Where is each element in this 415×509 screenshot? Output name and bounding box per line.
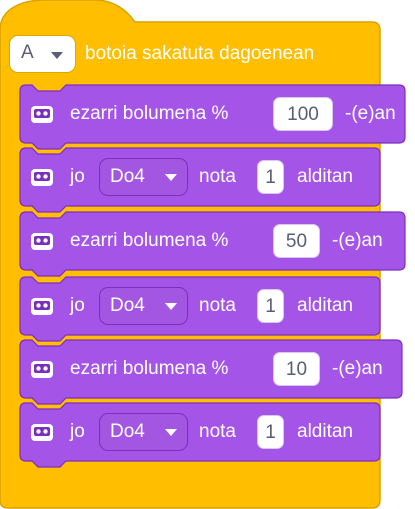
volume-label: ezarri bolumena % (70, 103, 229, 124)
chevron-down-icon (165, 174, 177, 181)
chevron-down-icon (165, 429, 177, 436)
note-value: Do4 (110, 295, 145, 316)
volume-suffix-label: -(e)an (332, 230, 383, 251)
button-selector-value: A (21, 42, 34, 63)
robot-face-icon (31, 298, 53, 315)
note-dropdown[interactable]: Do4 (99, 158, 188, 196)
chevron-down-icon (165, 303, 177, 310)
play-label: jo (70, 421, 85, 442)
number-input[interactable]: 10 (273, 352, 320, 386)
note-dropdown[interactable]: Do4 (99, 287, 188, 325)
volume-label: ezarri bolumena % (70, 230, 229, 251)
note-label: nota (199, 166, 236, 187)
note-label: nota (199, 421, 236, 442)
note-dropdown[interactable]: Do4 (99, 413, 188, 451)
times-label: alditan (297, 421, 353, 442)
volume-suffix-label: -(e)an (332, 358, 383, 379)
number-input[interactable]: 1 (257, 415, 284, 449)
number-input[interactable]: 1 (257, 160, 284, 194)
times-label: alditan (297, 295, 353, 316)
volume-label: ezarri bolumena % (70, 358, 229, 379)
play-label: jo (70, 295, 85, 316)
robot-face-icon (31, 361, 53, 378)
times-label: alditan (297, 166, 353, 187)
robot-face-icon (31, 424, 53, 441)
hat-label: botoia sakatuta dagoenean (85, 43, 315, 64)
robot-face-icon (31, 169, 53, 186)
play-label: jo (70, 166, 85, 187)
number-input[interactable]: 1 (257, 289, 284, 323)
number-input[interactable]: 50 (273, 224, 320, 258)
script-canvas: A botoia sakatuta dagoenean ezarri bolum… (0, 0, 415, 509)
volume-suffix-label: -(e)an (345, 103, 396, 124)
chevron-down-icon (51, 52, 63, 59)
number-input[interactable]: 100 (273, 97, 333, 131)
robot-face-icon (31, 233, 53, 250)
button-selector-dropdown[interactable]: A (9, 35, 76, 73)
note-value: Do4 (110, 166, 145, 187)
note-value: Do4 (110, 421, 145, 442)
robot-face-icon (31, 106, 53, 123)
note-label: nota (199, 295, 236, 316)
